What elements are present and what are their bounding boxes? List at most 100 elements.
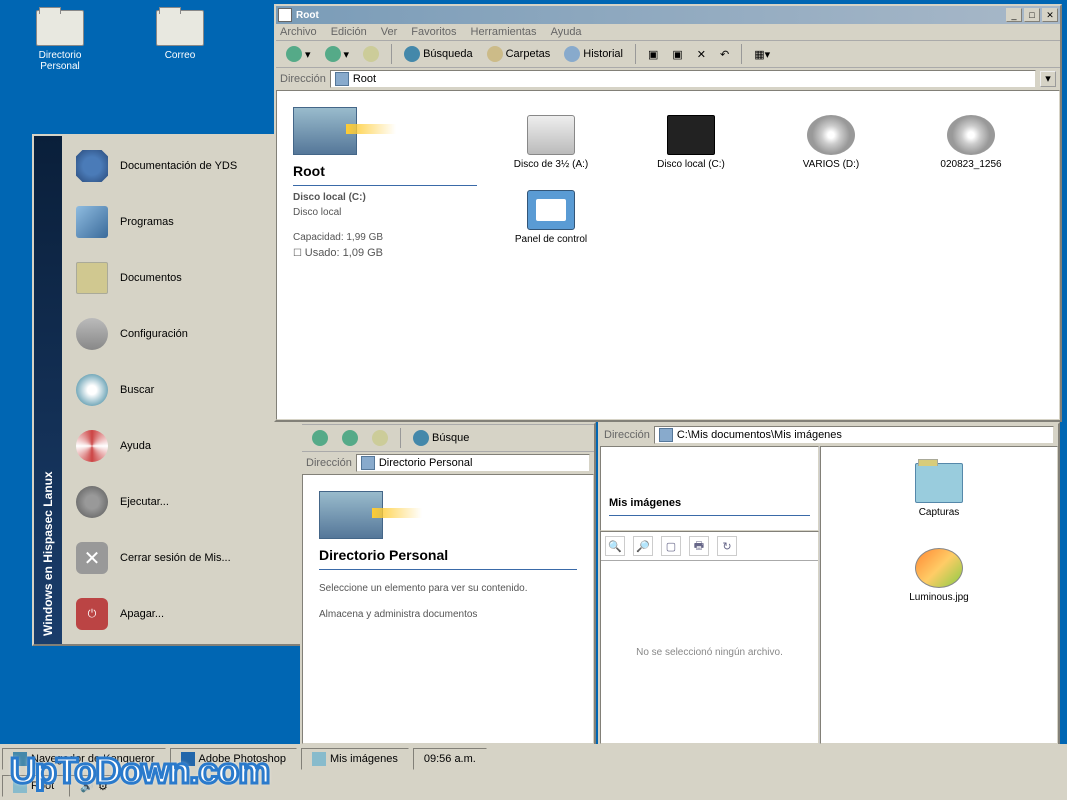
back-button[interactable]: ▾ (280, 43, 317, 65)
up-icon (363, 46, 379, 62)
back-button[interactable] (306, 427, 334, 449)
forward-button[interactable]: ▾ (319, 43, 356, 65)
start-item-documents[interactable]: Documentos▸ (36, 250, 298, 306)
titlebar[interactable]: Root _ □ ✕ (276, 6, 1060, 24)
copyto-button[interactable]: ▣ (666, 45, 688, 64)
start-item-label: Apagar... (120, 608, 164, 620)
menu-file[interactable]: Archivo (280, 26, 317, 38)
content-area: Directorio Personal Seleccione un elemen… (302, 474, 594, 744)
rotate-button[interactable]: ↻ (717, 536, 737, 556)
desktop-icon-personal[interactable]: Directorio Personal (20, 10, 100, 72)
start-item-label: Ejecutar... (120, 496, 169, 508)
close-button[interactable]: ✕ (1042, 8, 1058, 22)
desktop-icon-mail[interactable]: Correo (140, 10, 220, 72)
minimize-button[interactable]: _ (1006, 8, 1022, 22)
search-label: Búsqueda (423, 48, 473, 60)
start-item-search[interactable]: Buscar▸ (36, 362, 298, 418)
address-value: Root (353, 73, 376, 85)
history-icon (564, 46, 580, 62)
start-item-logoff[interactable]: ✕Cerrar sesión de Mis... (36, 530, 298, 586)
item-label: 020823_1256 (940, 159, 1001, 170)
task-label: Mis imágenes (330, 753, 398, 765)
search-button[interactable]: Búsque (407, 427, 475, 449)
forward-button[interactable] (336, 427, 364, 449)
drive-cd[interactable]: 020823_1256 (921, 115, 1021, 170)
control-panel[interactable]: Panel de control (501, 190, 601, 245)
doc-icon (76, 150, 108, 182)
task-images[interactable]: Mis imágenes (301, 748, 409, 770)
item-label: Panel de control (515, 234, 587, 245)
start-item-programs[interactable]: Programas▸ (36, 194, 298, 250)
menu-view[interactable]: Ver (381, 26, 398, 38)
clock: 09:56 a.m. (424, 753, 476, 765)
address-input[interactable]: Directorio Personal (356, 454, 590, 472)
menu-favorites[interactable]: Favoritos (411, 26, 456, 38)
back-icon (312, 430, 328, 446)
delete-button[interactable]: ✕ (691, 45, 712, 64)
file-grid: Disco de 3½ (A:) Disco local (C:) VARIOS… (485, 99, 1051, 411)
hdd-icon (667, 115, 715, 155)
start-item-label: Ayuda (120, 440, 151, 452)
start-item-shutdown[interactable]: ⏻Apagar... (36, 586, 298, 642)
start-item-documentation[interactable]: Documentación de YDS (36, 138, 298, 194)
side-title: Mis imágenes (609, 497, 810, 509)
desktop-icon-label: Directorio Personal (20, 50, 100, 72)
start-item-settings[interactable]: Configuración▸ (36, 306, 298, 362)
drive-varios[interactable]: VARIOS (D:) (781, 115, 881, 170)
addressbar: Dirección Root ▾ (276, 68, 1060, 90)
preview-toolbar: 🔍 🔎 ▢ 🖶 ↻ (601, 532, 818, 561)
menu-tools[interactable]: Herramientas (471, 26, 537, 38)
address-input[interactable]: Root (330, 70, 1036, 88)
drive-hdd[interactable]: Disco local (C:) (641, 115, 741, 170)
control-panel-icon (527, 190, 575, 230)
menu-edit[interactable]: Edición (331, 26, 367, 38)
address-label: Dirección (306, 457, 352, 469)
maximize-button[interactable]: □ (1024, 8, 1040, 22)
start-item-label: Configuración (120, 328, 188, 340)
folders-button[interactable]: Carpetas (481, 43, 557, 65)
zoom-out-button[interactable]: 🔎 (633, 536, 653, 556)
folder-captures[interactable]: Capturas (889, 463, 989, 518)
window-personal: Búsque Dirección Directorio Personal Dir… (300, 422, 596, 746)
window-root-explorer: Root _ □ ✕ Archivo Edición Ver Favoritos… (274, 4, 1062, 422)
moveto-button[interactable]: ▣ (642, 45, 664, 64)
folder-icon (36, 10, 84, 46)
cd-icon (807, 115, 855, 155)
drive-floppy[interactable]: Disco de 3½ (A:) (501, 115, 601, 170)
file-grid: Capturas Luminous.jpg (820, 446, 1058, 744)
folders-label: Carpetas (506, 48, 551, 60)
forward-icon (342, 430, 358, 446)
run-icon (76, 486, 108, 518)
history-button[interactable]: Historial (558, 43, 629, 65)
start-item-help[interactable]: Ayuda (36, 418, 298, 474)
content-wrap: Mis imágenes 🔍 🔎 ▢ 🖶 ↻ No se seleccionó … (600, 446, 1058, 744)
documents-icon (76, 262, 108, 294)
undo-button[interactable]: ↶ (714, 45, 735, 64)
addressbar: Dirección C:\Mis documentos\Mis imágenes (600, 424, 1058, 446)
content-area: Root Disco local (C:) Disco local Capaci… (276, 90, 1060, 420)
left-column: Mis imágenes 🔍 🔎 ▢ 🖶 ↻ No se seleccionó … (600, 446, 820, 744)
up-button[interactable] (357, 43, 385, 65)
views-button[interactable]: ▦▾ (748, 45, 776, 64)
search-button[interactable]: Búsqueda (398, 43, 479, 65)
side-subtitle2: Disco local (293, 207, 477, 218)
file-luminous[interactable]: Luminous.jpg (889, 548, 989, 603)
separator (741, 44, 742, 64)
search-icon (413, 430, 429, 446)
zoom-in-button[interactable]: 🔍 (605, 536, 625, 556)
menu-help[interactable]: Ayuda (551, 26, 582, 38)
item-label: VARIOS (D:) (803, 159, 859, 170)
side-subtitle: Disco local (C:) (293, 192, 477, 203)
back-icon (286, 46, 302, 62)
actual-size-button[interactable]: ▢ (661, 536, 681, 556)
cd-icon (947, 115, 995, 155)
window-images: Dirección C:\Mis documentos\Mis imágenes… (598, 422, 1060, 746)
address-input[interactable]: C:\Mis documentos\Mis imágenes (654, 426, 1054, 444)
system-tray[interactable]: 09:56 a.m. (413, 748, 487, 770)
search-label: Búsque (432, 432, 469, 444)
address-dropdown[interactable]: ▾ (1040, 71, 1056, 87)
print-button[interactable]: 🖶 (689, 536, 709, 556)
start-item-run[interactable]: Ejecutar... (36, 474, 298, 530)
up-button[interactable] (366, 427, 394, 449)
logoff-icon: ✕ (76, 542, 108, 574)
